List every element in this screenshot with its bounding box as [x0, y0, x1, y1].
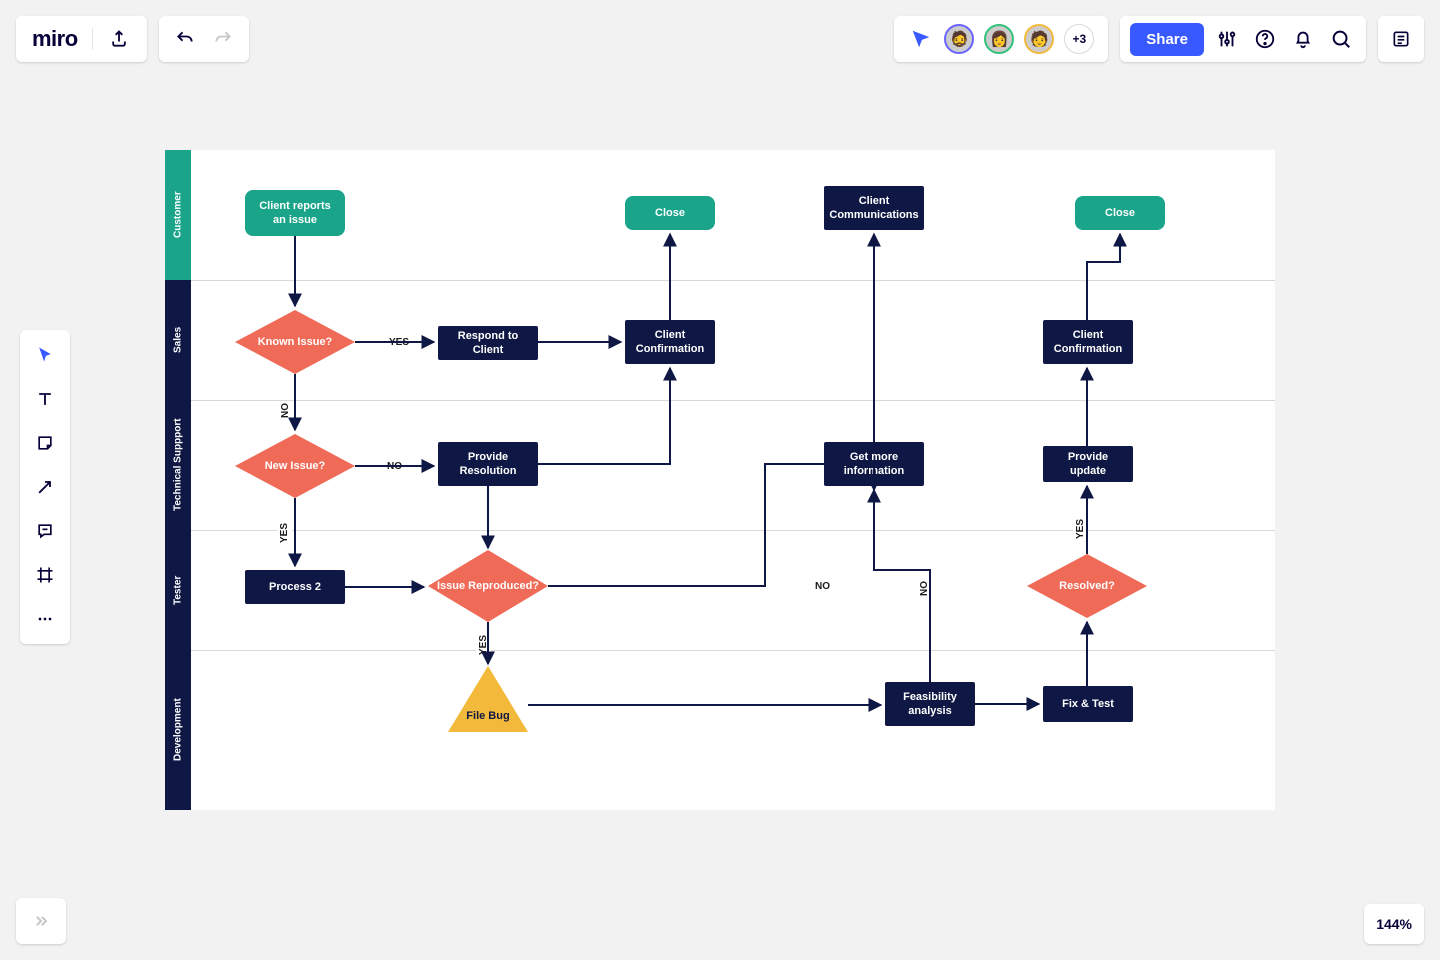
- node-new-issue[interactable]: New Issue?: [235, 434, 355, 498]
- avatar-3[interactable]: 🧑: [1024, 24, 1054, 54]
- logo-box: miro: [16, 16, 147, 62]
- lane-header-sales[interactable]: Sales: [165, 280, 191, 400]
- node-client-communications[interactable]: Client Communications: [824, 186, 924, 230]
- node-get-more-info[interactable]: Get more information: [824, 442, 924, 486]
- avatar-2[interactable]: 👩: [984, 24, 1014, 54]
- node-provide-resolution[interactable]: Provide Resolution: [438, 442, 538, 486]
- share-button[interactable]: Share: [1130, 23, 1204, 56]
- node-process-2[interactable]: Process 2: [245, 570, 345, 604]
- text-tool-icon[interactable]: [30, 384, 60, 414]
- node-close-1[interactable]: Close: [625, 196, 715, 230]
- lane-divider: [191, 400, 1275, 401]
- label-repro-no: NO: [813, 580, 832, 593]
- lane-header-tester[interactable]: Tester: [165, 530, 191, 650]
- tool-strip: [20, 330, 70, 644]
- more-tools-icon[interactable]: [30, 604, 60, 634]
- lane-divider: [191, 280, 1275, 281]
- node-start[interactable]: Client reports an issue: [245, 190, 345, 236]
- node-feasibility-analysis[interactable]: Feasibility analysis: [885, 682, 975, 726]
- lane-header-development[interactable]: Development: [165, 650, 191, 810]
- label-new-no: NO: [385, 460, 404, 473]
- history-box: [159, 16, 249, 62]
- search-icon[interactable]: [1326, 24, 1356, 54]
- node-file-bug[interactable]: File Bug: [448, 666, 528, 732]
- board-canvas[interactable]: Customer Sales Technical Suppport Tester…: [165, 150, 1275, 810]
- node-known-issue[interactable]: Known Issue?: [235, 310, 355, 374]
- cursor-icon[interactable]: [908, 26, 934, 52]
- actions-box: Share: [1120, 16, 1366, 62]
- export-icon[interactable]: [107, 27, 131, 51]
- panel-icon: [1386, 24, 1416, 54]
- more-collaborators[interactable]: +3: [1064, 24, 1094, 54]
- sticky-tool-icon[interactable]: [30, 428, 60, 458]
- label-known-no: NO: [278, 402, 293, 419]
- arrow-tool-icon[interactable]: [30, 472, 60, 502]
- collaborators-box: 🧔 👩 🧑 +3: [894, 16, 1108, 62]
- lane-header-customer[interactable]: Customer: [165, 150, 191, 280]
- node-fix-test[interactable]: Fix & Test: [1043, 686, 1133, 722]
- frame-tool-icon[interactable]: [30, 560, 60, 590]
- divider: [92, 28, 93, 50]
- select-tool-icon[interactable]: [30, 340, 60, 370]
- node-provide-update[interactable]: Provide update: [1043, 446, 1133, 482]
- label-repro-yes: YES: [476, 634, 491, 656]
- lane-divider: [191, 650, 1275, 651]
- label-new-yes: YES: [277, 522, 292, 544]
- brand-logo[interactable]: miro: [32, 26, 78, 52]
- node-resolved[interactable]: Resolved?: [1027, 554, 1147, 618]
- settings-icon[interactable]: [1212, 24, 1242, 54]
- lane-divider: [191, 530, 1275, 531]
- avatar-1[interactable]: 🧔: [944, 24, 974, 54]
- comment-tool-icon[interactable]: [30, 516, 60, 546]
- node-respond-client[interactable]: Respond to Client: [438, 326, 538, 360]
- help-icon[interactable]: [1250, 24, 1280, 54]
- panel-toggle[interactable]: [1378, 16, 1424, 62]
- redo-icon[interactable]: [211, 27, 235, 51]
- chevrons-right-icon: [29, 909, 53, 933]
- label-feas-no: NO: [917, 580, 932, 597]
- undo-icon[interactable]: [173, 27, 197, 51]
- expand-toolbar[interactable]: [16, 898, 66, 944]
- label-known-yes: YES: [387, 336, 411, 349]
- lane-header-technical[interactable]: Technical Suppport: [165, 400, 191, 530]
- node-close-2[interactable]: Close: [1075, 196, 1165, 230]
- node-issue-reproduced[interactable]: Issue Reproduced?: [428, 550, 548, 622]
- node-client-confirmation-1[interactable]: Client Confirmation: [625, 320, 715, 364]
- zoom-level[interactable]: 144%: [1364, 904, 1424, 944]
- node-client-confirmation-2[interactable]: Client Confirmation: [1043, 320, 1133, 364]
- label-resolved-yes: YES: [1073, 518, 1088, 540]
- bell-icon[interactable]: [1288, 24, 1318, 54]
